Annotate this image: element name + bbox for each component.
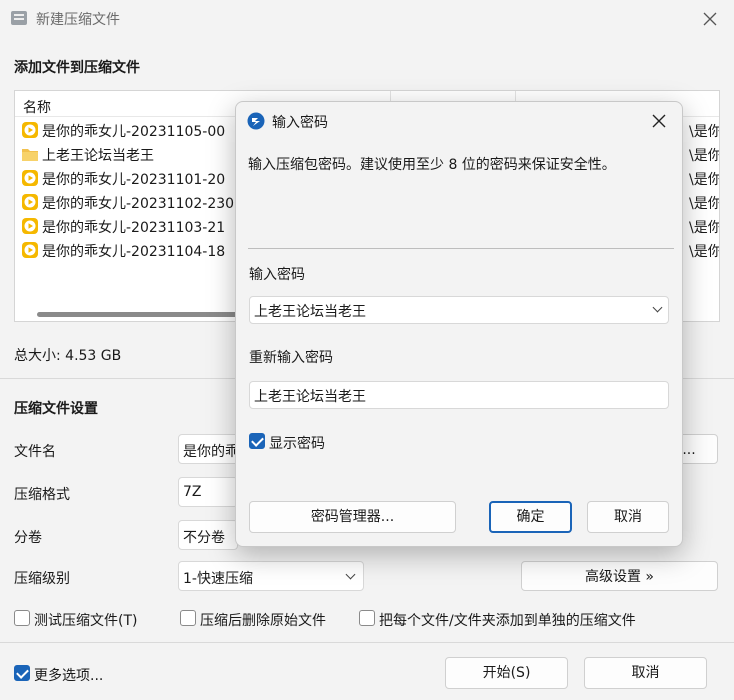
chevron-down-icon[interactable] (652, 302, 663, 313)
window-title: 新建压缩文件 (36, 12, 120, 28)
show-password-label[interactable]: 显示密码 (269, 433, 325, 453)
more-options-checkbox[interactable] (14, 665, 30, 681)
level-value: 1-快速压缩 (183, 571, 253, 587)
file-name: 是你的乖女儿-20231105-00 (42, 124, 226, 140)
close-icon[interactable] (650, 112, 668, 130)
file-path: \是你 (689, 220, 720, 236)
show-password-checkbox[interactable] (249, 433, 265, 449)
video-file-icon (22, 242, 38, 258)
title-bar: 新建压缩文件 (0, 0, 734, 38)
chevron-down-icon (345, 569, 356, 580)
advanced-settings-button[interactable]: 高级设置 » (521, 561, 718, 591)
file-path: \是你 (689, 148, 720, 164)
level-label: 压缩级别 (14, 571, 70, 587)
dialog-cancel-button[interactable]: 取消 (587, 501, 669, 533)
file-path: \是你 (689, 244, 720, 260)
start-button[interactable]: 开始(S) (445, 657, 568, 689)
close-icon[interactable] (700, 9, 720, 29)
file-name: 是你的乖女儿-20231104-18 (42, 244, 226, 260)
password-dialog: 输入密码 输入压缩包密码。建议使用至少 8 位的密码来保证安全性。 输入密码 上… (235, 101, 683, 547)
file-name: 是你的乖女儿-20231102-230 (42, 196, 235, 212)
column-name[interactable]: 名称 (23, 97, 51, 117)
password-label: 输入密码 (249, 267, 305, 283)
file-name: 是你的乖女儿-20231103-21 (42, 220, 226, 236)
dialog-title: 输入密码 (272, 115, 328, 131)
format-select[interactable]: 7Z (178, 477, 238, 507)
split-select[interactable]: 不分卷 (178, 520, 238, 550)
confirm-password-input[interactable]: 上老王论坛当老王 (249, 381, 669, 409)
delete-after-checkbox[interactable] (180, 610, 196, 626)
test-archive-checkbox[interactable] (14, 610, 30, 626)
filename-label: 文件名 (14, 444, 56, 460)
divider (248, 248, 674, 249)
cancel-button[interactable]: 取消 (584, 657, 707, 689)
separate-archives-checkbox[interactable] (359, 610, 375, 626)
file-path: \是你 (689, 172, 720, 188)
password-manager-button[interactable]: 密码管理器... (249, 501, 456, 533)
add-files-heading: 添加文件到压缩文件 (14, 60, 140, 76)
divider (0, 642, 734, 643)
file-path: \是你 (689, 196, 720, 212)
total-size: 总大小: 4.53 GB (14, 348, 122, 364)
video-file-icon (22, 194, 38, 210)
app-icon (11, 11, 27, 25)
format-label: 压缩格式 (14, 487, 70, 503)
ok-button[interactable]: 确定 (489, 501, 572, 533)
video-file-icon (22, 170, 38, 186)
video-file-icon (22, 122, 38, 138)
folder-icon (22, 149, 38, 161)
settings-heading: 压缩文件设置 (14, 401, 98, 417)
dialog-hint: 输入压缩包密码。建议使用至少 8 位的密码来保证安全性。 (248, 157, 616, 173)
confirm-password-label: 重新输入密码 (249, 350, 333, 366)
level-select[interactable]: 1-快速压缩 (178, 561, 364, 591)
split-label: 分卷 (14, 530, 42, 546)
horizontal-scrollbar[interactable] (37, 312, 247, 317)
test-archive-label[interactable]: 测试压缩文件(T) (34, 610, 137, 630)
separate-archives-label[interactable]: 把每个文件/文件夹添加到单独的压缩文件 (379, 610, 636, 630)
file-name: 是你的乖女儿-20231101-20 (42, 172, 226, 188)
file-name: 上老王论坛当老王 (42, 148, 154, 164)
file-path: \是你 (689, 124, 720, 140)
password-value: 上老王论坛当老王 (254, 304, 366, 320)
delete-after-label[interactable]: 压缩后删除原始文件 (200, 610, 326, 630)
password-input[interactable]: 上老王论坛当老王 (249, 296, 669, 324)
more-options-label[interactable]: 更多选项... (34, 665, 103, 685)
app-logo-icon (247, 112, 265, 130)
video-file-icon (22, 218, 38, 234)
